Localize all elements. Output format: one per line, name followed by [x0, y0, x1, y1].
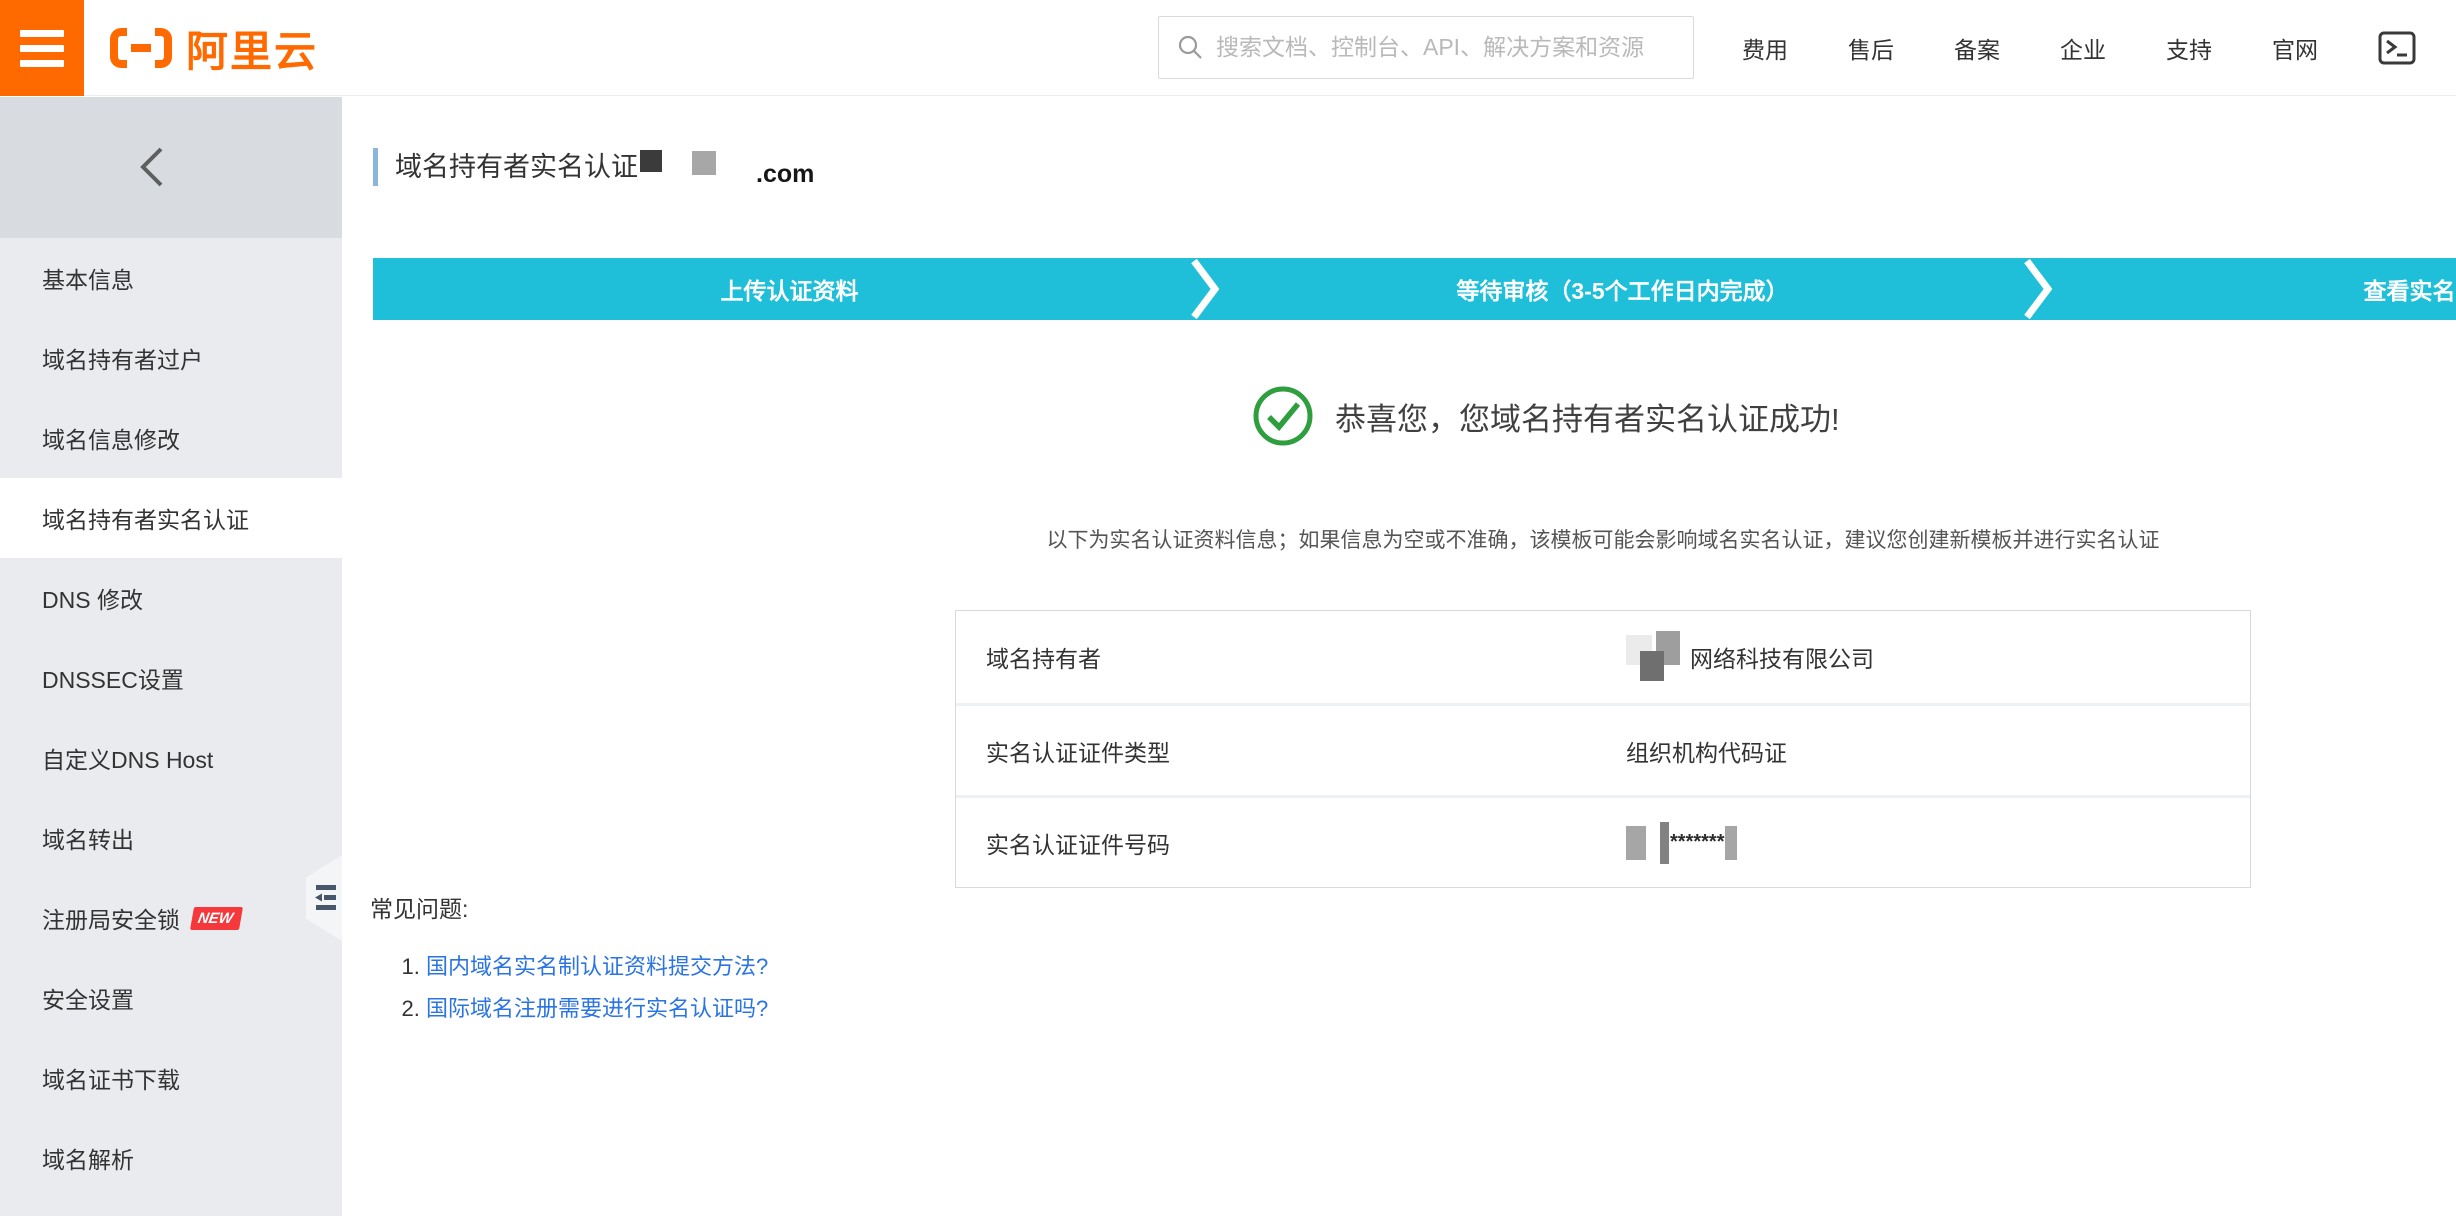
- step-chevron-separator-icon: [1190, 258, 1220, 320]
- faq-section: 常见问题: 国内域名实名制认证资料提交方法? 国际域名注册需要进行实名认证吗?: [370, 890, 768, 1036]
- step-await-review: 等待审核（3-5个工作日内完成）: [1206, 258, 2039, 320]
- nav-item-website[interactable]: 官网: [2272, 31, 2318, 65]
- aliyun-logo[interactable]: 阿里云: [110, 0, 318, 96]
- sidebar-item-dns-resolution[interactable]: 域名解析: [0, 1118, 342, 1198]
- value-redaction-mosaic: [1626, 633, 1688, 681]
- sidebar-item-basic-info[interactable]: 基本信息: [0, 238, 342, 318]
- realname-details-table: 域名持有者 网络科技有限公司 实名认证证件类型 组织机构代码证 实名认证证件号码…: [955, 610, 2251, 888]
- sidebar-item-certificate-download[interactable]: 域名证书下载: [0, 1038, 342, 1118]
- value-redaction-block: [1660, 822, 1669, 864]
- table-row-domain-holder: 域名持有者 网络科技有限公司: [956, 611, 2250, 703]
- hamburger-menu-icon: [20, 30, 64, 37]
- search-icon: [1177, 34, 1204, 61]
- table-row-certificate-type: 实名认证证件类型 组织机构代码证: [956, 703, 2250, 795]
- search-input[interactable]: [1216, 34, 1675, 61]
- nav-item-beian[interactable]: 备案: [1954, 31, 2000, 65]
- sidebar-item-domain-transfer-out[interactable]: 域名转出: [0, 798, 342, 878]
- title-accent-bar: [373, 148, 378, 186]
- faq-list-item: 国际域名注册需要进行实名认证吗?: [426, 994, 768, 1024]
- nav-item-billing[interactable]: 费用: [1742, 31, 1788, 65]
- row-label: 实名认证证件类型: [956, 734, 1626, 768]
- success-banner: 恭喜您，您域名持有者实名认证成功!: [1253, 386, 1840, 446]
- value-redaction-block: [1626, 826, 1646, 860]
- sidebar-item-dnssec-settings[interactable]: DNSSEC设置: [0, 638, 342, 718]
- step-view-result: 查看实名认证结果: [2039, 258, 2456, 320]
- faq-link-domestic-realname[interactable]: 国内域名实名制认证资料提交方法?: [426, 954, 768, 979]
- nav-item-aftersales[interactable]: 售后: [1848, 31, 1894, 65]
- page-title-row: 域名持有者实名认证 .com: [373, 148, 814, 189]
- new-badge: NEW: [190, 907, 243, 930]
- row-label: 域名持有者: [956, 640, 1626, 674]
- domain-suffix: .com: [756, 160, 814, 189]
- sidebar-item-custom-dns-host[interactable]: 自定义DNS Host: [0, 718, 342, 798]
- global-search-box[interactable]: [1158, 16, 1694, 79]
- success-check-icon: [1253, 386, 1313, 446]
- sidebar: 基本信息 域名持有者过户 域名信息修改 域名持有者实名认证 DNS 修改 DNS…: [0, 97, 342, 1216]
- sidebar-item-info-modify[interactable]: 域名信息修改: [0, 398, 342, 478]
- faq-list: 国内域名实名制认证资料提交方法? 国际域名注册需要进行实名认证吗?: [370, 952, 768, 1024]
- row-label: 实名认证证件号码: [956, 826, 1626, 860]
- sidebar-item-holder-transfer[interactable]: 域名持有者过户: [0, 318, 342, 398]
- collapse-panel-icon: [314, 882, 338, 914]
- nav-item-support[interactable]: 支持: [2166, 31, 2212, 65]
- aliyun-logo-icon: [110, 28, 172, 68]
- row-value: 组织机构代码证: [1626, 734, 1787, 768]
- step-upload-materials: 上传认证资料: [373, 258, 1206, 320]
- masked-certificate-number: *******: [1670, 831, 1724, 854]
- value-redaction-block: [1725, 826, 1737, 860]
- chevron-left-icon: [135, 145, 171, 189]
- sidebar-item-dns-modify[interactable]: DNS 修改: [0, 558, 342, 638]
- row-value: 网络科技有限公司: [1626, 633, 1874, 681]
- hamburger-menu-button[interactable]: [0, 0, 84, 96]
- success-message: 恭喜您，您域名持有者实名认证成功!: [1335, 394, 1840, 439]
- sidebar-item-security-settings[interactable]: 安全设置: [0, 958, 342, 1038]
- faq-list-item: 国内域名实名制认证资料提交方法?: [426, 952, 768, 982]
- page-title: 域名持有者实名认证: [395, 148, 638, 186]
- domain-redaction-block-light: [692, 151, 716, 175]
- row-value: *******: [1626, 822, 1737, 864]
- faq-link-international-realname[interactable]: 国际域名注册需要进行实名认证吗?: [426, 996, 768, 1021]
- faq-title: 常见问题:: [370, 890, 768, 924]
- header-nav: 费用 售后 备案 企业 支持 官网: [1742, 0, 2456, 96]
- info-note: 以下为实名认证资料信息；如果信息为空或不准确，该模板可能会影响域名实名认证，建议…: [955, 524, 2251, 554]
- sidebar-item-registry-lock[interactable]: 注册局安全锁 NEW: [0, 878, 342, 958]
- verification-progress-steps: 上传认证资料 等待审核（3-5个工作日内完成） 查看实名认证结果: [373, 258, 2456, 320]
- step-chevron-separator-icon: [2023, 258, 2053, 320]
- domain-redaction-block-dark: [640, 150, 662, 172]
- console-terminal-icon[interactable]: [2378, 31, 2416, 65]
- table-row-certificate-number: 实名认证证件号码 *******: [956, 795, 2250, 887]
- sidebar-collapse-button[interactable]: [0, 97, 342, 238]
- nav-item-enterprise[interactable]: 企业: [2060, 31, 2106, 65]
- sidebar-item-holder-realname-verification[interactable]: 域名持有者实名认证: [0, 478, 342, 558]
- screen: 阿里云 费用 售后 备案 企业 支持 官网: [0, 0, 2456, 1216]
- aliyun-logo-text: 阿里云: [186, 18, 318, 79]
- top-header: 阿里云 费用 售后 备案 企业 支持 官网: [0, 0, 2456, 96]
